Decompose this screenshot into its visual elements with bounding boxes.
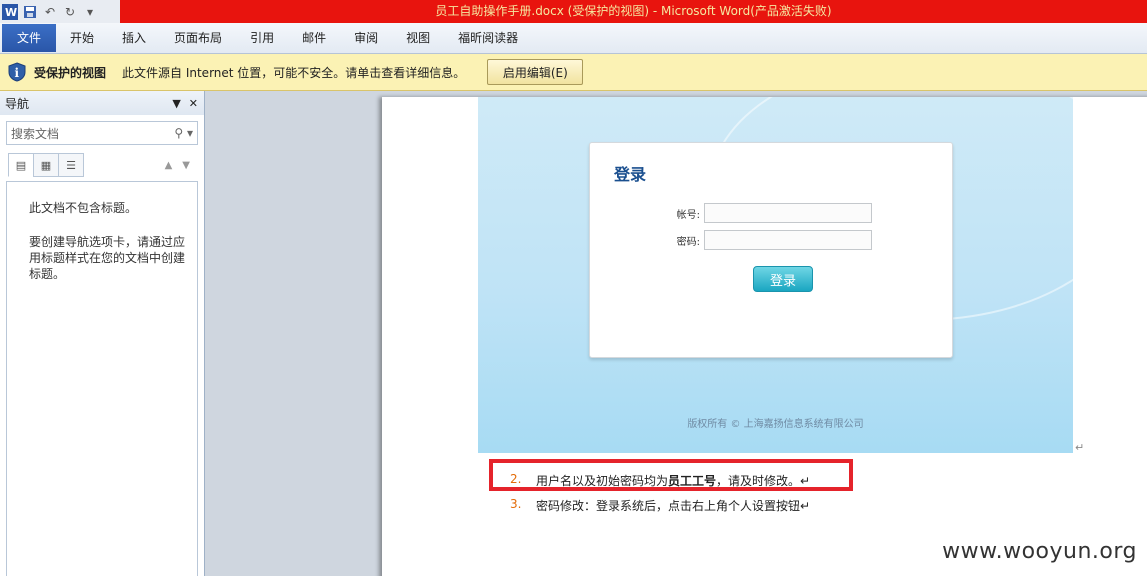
tab-page-layout[interactable]: 页面布局 [160,23,236,53]
tab-pages-icon[interactable]: ▦ [33,153,59,177]
protected-view-title: 受保护的视图 [34,65,107,80]
quick-access-toolbar: W ↶ ↻ ▾ [0,0,122,23]
svg-text:i: i [15,66,20,80]
tab-headings-icon[interactable]: ▤ [8,153,34,177]
nav-menu-dropdown-icon[interactable]: ▼ [172,97,180,110]
svg-text:W: W [5,6,17,19]
next-arrow-icon[interactable]: ▼ [182,160,190,171]
ribbon-tabs: 文件 开始 插入 页面布局 引用 邮件 审阅 视图 福昕阅读器 [0,23,1147,54]
paragraph-mark: ↵ [1075,441,1085,454]
list-item: 2. 用户名以及初始密码均为员工工号，请及时修改。↵ [510,472,810,489]
tab-results-icon[interactable]: ☰ [58,153,84,177]
nav-header: 导航 ▼ ✕ [0,91,204,115]
nav-empty-message: 此文档不包含标题。 [29,201,138,215]
undo-icon[interactable]: ↶ [42,4,58,20]
title-bar: W ↶ ↻ ▾ 员工自助操作手册.docx (受保护的视图) - Microso… [0,0,1147,23]
redo-icon[interactable]: ↻ [62,4,78,20]
tab-mailings[interactable]: 邮件 [288,23,340,53]
search-icon[interactable]: ⚲ ▾ [174,126,193,140]
list-text-end: ，请及时修改。↵ [716,474,811,488]
nav-title: 导航 [5,96,30,111]
enable-editing-button[interactable]: 启用编辑(E) [487,59,584,85]
watermark: www.wooyun.org [942,539,1137,564]
save-icon[interactable] [22,4,38,20]
login-button: 登录 [753,266,813,292]
word-app-icon[interactable]: W [2,3,18,20]
tab-foxit-reader[interactable]: 福昕阅读器 [444,23,532,53]
password-row: 密码: [668,230,872,250]
previous-arrow-icon[interactable]: ▲ [165,160,173,171]
list-number: 2. [510,472,522,486]
document-page[interactable]: 登录 帐号: 密码: 登录 版权所有 © 上海嘉扬信息系统有限公司 ↵ 2. 用… [382,97,1147,576]
nav-content: 此文档不包含标题。 要创建导航选项卡，请通过应用标题样式在您的文档中创建标题。 [6,181,198,576]
login-card: 登录 帐号: 密码: 登录 [589,142,953,358]
search-input[interactable]: 搜索文档 ⚲ ▾ [6,121,198,145]
list-number: 3. [510,497,522,511]
shield-info-icon: i [8,62,26,82]
account-row: 帐号: [668,203,872,223]
password-field [704,230,872,250]
window-title: 员工自助操作手册.docx (受保护的视图) - Microsoft Word(… [120,0,1147,23]
protected-view-message[interactable]: 此文件源自 Internet 位置，可能不安全。请单击查看详细信息。 [122,64,465,81]
tab-file[interactable]: 文件 [2,24,57,52]
list-text: 用户名以及初始密码均为 [536,474,669,488]
protected-view-bar: i 受保护的视图 此文件源自 Internet 位置，可能不安全。请单击查看详细… [0,54,1147,91]
list-bold-text: 员工工号 [668,474,717,488]
tab-view[interactable]: 视图 [392,23,444,53]
tab-review[interactable]: 审阅 [340,23,392,53]
customize-qat-icon[interactable]: ▾ [82,4,98,20]
search-placeholder: 搜索文档 [11,126,60,141]
nav-help-message: 要创建导航选项卡，请通过应用标题样式在您的文档中创建标题。 [29,235,186,281]
embedded-login-screenshot: 登录 帐号: 密码: 登录 版权所有 © 上海嘉扬信息系统有限公司 [478,97,1073,453]
account-label: 帐号: [676,209,700,221]
tab-home[interactable]: 开始 [56,23,108,53]
tab-references[interactable]: 引用 [236,23,288,53]
close-icon[interactable]: ✕ [189,97,198,110]
copyright-text: 版权所有 © 上海嘉扬信息系统有限公司 [687,419,864,430]
list-text: 密码修改：登录系统后，点击右上角个人设置按钮↵ [536,499,811,513]
navigation-pane: 导航 ▼ ✕ 搜索文档 ⚲ ▾ ▤ ▦ ☰ ▲ ▼ 此文档不包含标题。 要创建导… [0,91,205,576]
password-label: 密码: [676,236,700,248]
tab-insert[interactable]: 插入 [108,23,160,53]
list-item: 3. 密码修改：登录系统后，点击右上角个人设置按钮↵ [510,497,810,514]
account-field [704,203,872,223]
document-area[interactable]: 登录 帐号: 密码: 登录 版权所有 © 上海嘉扬信息系统有限公司 ↵ 2. 用… [206,91,1147,576]
login-title: 登录 [614,165,647,184]
